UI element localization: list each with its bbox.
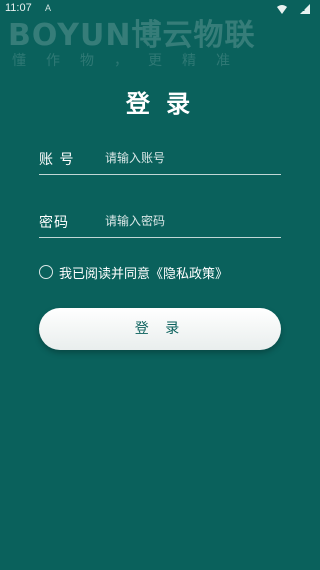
brand-slogan: 懂作物，更精准 — [12, 53, 250, 69]
login-button[interactable]: 登 录 — [39, 308, 281, 350]
brand-logo: BOYUN博云物联 — [8, 18, 256, 53]
agreement-row: 我已阅读并同意《隐私政策》 — [39, 262, 289, 282]
page-title: 登 录 — [125, 90, 195, 118]
password-label: 密码 — [39, 215, 69, 231]
password-field: 密码 — [39, 205, 281, 238]
account-input[interactable] — [105, 147, 275, 169]
account-label: 账 号 — [39, 152, 75, 168]
password-input[interactable] — [105, 210, 275, 232]
agreement-checkbox[interactable] — [39, 265, 53, 279]
agreement-text[interactable]: 我已阅读并同意《隐私政策》 — [59, 263, 228, 282]
account-field: 账 号 — [39, 142, 281, 175]
